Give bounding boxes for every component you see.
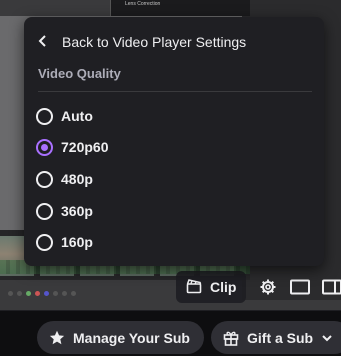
quality-option-160p[interactable]: 160p <box>36 230 93 254</box>
quality-option-480p[interactable]: 480p <box>36 167 93 191</box>
radio-button[interactable] <box>36 233 53 251</box>
quality-option-360p[interactable]: 360p <box>36 199 93 223</box>
video-editor-toolbar: Lens Correction <box>110 0 250 16</box>
timeline-markers <box>8 291 76 296</box>
manage-sub-button[interactable]: Manage Your Sub <box>37 321 204 354</box>
star-icon <box>49 330 65 346</box>
video-quality-menu: Back to Video Player Settings Video Qual… <box>24 17 324 266</box>
quality-option-label: 480p <box>61 171 93 187</box>
clapperboard-icon <box>186 278 202 297</box>
divider <box>38 91 312 92</box>
quality-option-720p60[interactable]: 720p60 <box>36 135 108 159</box>
back-to-settings-button[interactable]: Back to Video Player Settings <box>36 31 246 53</box>
quality-option-label: Auto <box>61 108 93 124</box>
clip-label: Clip <box>210 279 237 295</box>
gift-icon <box>223 330 239 346</box>
manage-sub-label: Manage Your Sub <box>73 329 190 346</box>
gear-icon[interactable] <box>258 278 278 296</box>
sidebar-icon[interactable] <box>322 278 341 296</box>
gift-sub-button[interactable]: Gift a Sub <box>211 321 341 354</box>
quality-option-label: 720p60 <box>61 139 109 155</box>
chevron-down-icon <box>321 332 333 344</box>
radio-button-selected[interactable] <box>36 138 53 156</box>
channel-action-bar: Manage Your Sub Gift a Sub <box>0 310 341 356</box>
radio-button[interactable] <box>36 170 53 188</box>
quality-option-label: 360p <box>61 203 93 219</box>
clip-button[interactable]: Clip <box>176 271 246 303</box>
editor-panel-label: Lens Correction <box>125 1 161 7</box>
theatre-mode-icon[interactable] <box>290 278 310 296</box>
radio-button[interactable] <box>36 107 53 125</box>
quality-option-auto[interactable]: Auto <box>36 104 93 128</box>
section-title: Video Quality <box>38 66 121 81</box>
quality-option-label: 160p <box>61 234 93 250</box>
chevron-left-icon <box>36 34 50 51</box>
gift-sub-label: Gift a Sub <box>247 329 314 346</box>
radio-button[interactable] <box>36 202 53 220</box>
back-label: Back to Video Player Settings <box>62 34 247 50</box>
